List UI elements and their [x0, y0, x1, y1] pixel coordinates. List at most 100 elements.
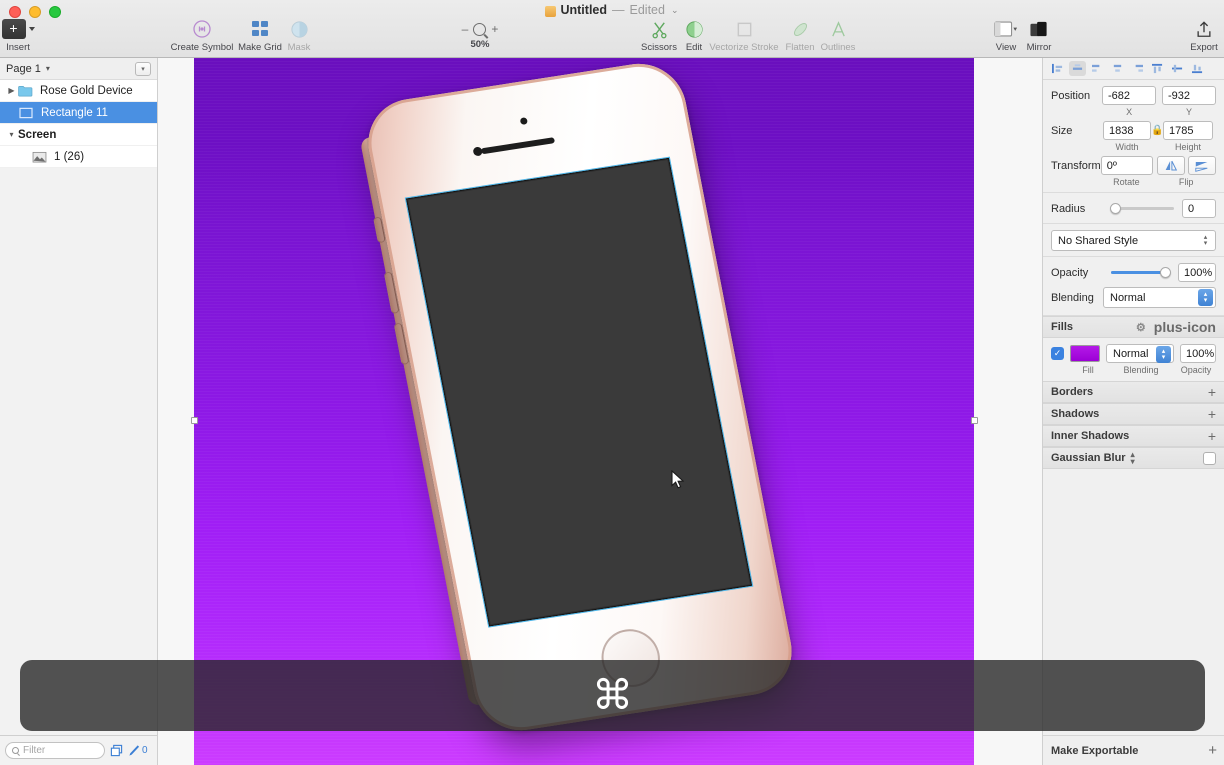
align-middle-icon[interactable]	[1169, 61, 1186, 76]
rotate-sublabel: Rotate	[1113, 177, 1140, 187]
add-fill-button[interactable]: plus-icon	[1154, 319, 1216, 335]
fill-opacity-input[interactable]: 100%	[1180, 344, 1216, 363]
lock-icon[interactable]: 🔒	[1151, 125, 1163, 136]
inner-shadows-section-header[interactable]: Inner Shadows +	[1043, 425, 1224, 447]
page-options-button[interactable]: ▾	[135, 61, 151, 76]
borders-section-header[interactable]: Borders +	[1043, 381, 1224, 403]
distribute-right-icon[interactable]	[1129, 61, 1146, 76]
fill-enabled-checkbox[interactable]: ✓	[1051, 347, 1064, 360]
blur-type-chevron-icon[interactable]: ▴ ▾	[1131, 451, 1135, 466]
layer-list-panel: Page 1 ▾ ▾ ▶ Rose Gold Device Rectangle …	[0, 58, 158, 735]
page-chevron-down-icon: ▾	[45, 64, 50, 73]
fill-blending-value: Normal	[1113, 347, 1149, 360]
page-name: Page 1	[6, 62, 41, 75]
document-edited-state: Edited	[629, 3, 665, 17]
gaussian-blur-section-header[interactable]: Gaussian Blur ▴ ▾	[1043, 447, 1224, 469]
rotate-input[interactable]: 0º	[1100, 156, 1153, 175]
zoom-magnifier-icon	[473, 22, 487, 36]
make-exportable-section[interactable]: Make Exportable +	[1043, 735, 1224, 765]
radius-slider-knob[interactable]	[1110, 203, 1121, 214]
layer-row-rose-gold-device[interactable]: ▶ Rose Gold Device	[0, 80, 157, 102]
document-name: Untitled	[560, 3, 608, 17]
canvas[interactable]	[158, 58, 1042, 765]
toolbar-item-export[interactable]: Export	[1172, 18, 1224, 53]
align-bottom-icon[interactable]	[1189, 61, 1206, 76]
disclosure-triangle-icon[interactable]: ▾	[6, 130, 17, 139]
duplicate-icon[interactable]	[110, 744, 123, 757]
command-key-icon: ⌘	[592, 672, 633, 718]
add-shadow-button[interactable]: +	[1208, 406, 1216, 422]
align-top-icon[interactable]	[1149, 61, 1166, 76]
layer-row-rectangle-11[interactable]: Rectangle 11	[0, 102, 157, 124]
blur-enabled-checkbox[interactable]	[1203, 451, 1216, 465]
align-center-horizontal-icon[interactable]	[1069, 61, 1086, 76]
document-title: Untitled — Edited ⌄	[0, 2, 1224, 18]
radius-input[interactable]: 0	[1182, 199, 1216, 218]
sketch-app-window: Untitled — Edited ⌄ + Insert Create Symb…	[0, 0, 1224, 765]
size-width-input[interactable]: 1838	[1103, 121, 1151, 140]
align-left-icon[interactable]	[1049, 61, 1066, 76]
pen-icon[interactable]: 0	[128, 744, 148, 757]
toolbar-label-mirror: Mirror	[1026, 42, 1052, 53]
gear-icon[interactable]: ⚙	[1136, 321, 1146, 334]
canvas-scanline-overlay	[194, 58, 974, 765]
radius-slider[interactable]	[1110, 203, 1174, 214]
add-inner-shadow-button[interactable]: +	[1208, 428, 1216, 444]
shared-style-select[interactable]: No Shared Style ▴ ▾	[1051, 230, 1216, 251]
page-selector[interactable]: Page 1 ▾ ▾	[0, 58, 157, 80]
add-border-button[interactable]: +	[1208, 384, 1216, 400]
flip-horizontal-icon[interactable]	[1156, 156, 1185, 175]
artboard-name: Screen	[18, 128, 57, 141]
toolbar-item-vectorize-stroke[interactable]: Vectorize Stroke	[709, 18, 779, 53]
disclosure-triangle-icon[interactable]: ▶	[6, 86, 17, 95]
document-icon	[545, 5, 557, 17]
outlines-icon	[829, 18, 848, 40]
zoom-control[interactable]: – + 50%	[450, 22, 510, 50]
fill-sublabel: Fill	[1082, 365, 1094, 375]
toolbar-item-insert[interactable]: + Insert	[0, 18, 50, 53]
selection-handle-left[interactable]	[191, 417, 198, 424]
opacity-input[interactable]: 100%	[1178, 263, 1216, 282]
blending-stepper-icon[interactable]: ▴ ▾	[1198, 289, 1213, 306]
shadows-section-header[interactable]: Shadows +	[1043, 403, 1224, 425]
shadows-title: Shadows	[1051, 408, 1100, 420]
toolbar-item-mask[interactable]: Mask	[267, 18, 331, 53]
opacity-slider-knob[interactable]	[1160, 267, 1171, 278]
plus-square-icon: +	[1, 18, 35, 40]
flip-vertical-icon[interactable]	[1187, 156, 1217, 175]
size-height-input[interactable]: 1785	[1163, 121, 1213, 140]
add-export-button[interactable]: +	[1208, 742, 1217, 759]
layer-row-screen[interactable]: ▾ Screen	[0, 124, 157, 146]
toolbar-item-create-symbol[interactable]: Create Symbol	[170, 18, 234, 53]
radius-label: Radius	[1051, 202, 1086, 215]
filter-input[interactable]: Filter	[5, 742, 105, 759]
zoom-in-button[interactable]: +	[491, 22, 498, 36]
toolbar-item-mirror[interactable]: Mirror	[1007, 18, 1071, 53]
fill-blending-select[interactable]: Normal ▴ ▾	[1106, 344, 1174, 363]
toolbar-item-outlines[interactable]: Outlines	[806, 18, 870, 53]
selection-handle-right[interactable]	[971, 417, 978, 424]
size-height-sublabel: Height	[1174, 142, 1201, 152]
distribute-center-icon[interactable]	[1109, 61, 1126, 76]
position-x-input[interactable]: -682	[1101, 86, 1157, 105]
blending-select[interactable]: Normal ▴ ▾	[1103, 287, 1216, 308]
titlebar: Untitled — Edited ⌄ + Insert Create Symb…	[0, 0, 1224, 58]
chevron-updown-icon[interactable]: ▴ ▾	[1198, 232, 1213, 249]
gaussian-blur-title: Gaussian Blur	[1051, 452, 1126, 464]
flip-sublabel: Flip	[1178, 177, 1194, 187]
document-menu-chevron-icon[interactable]: ⌄	[671, 5, 679, 16]
distribute-left-icon[interactable]	[1089, 61, 1106, 76]
fills-section-header: Fills ⚙ plus-icon	[1043, 316, 1224, 338]
layer-name: Rectangle 11	[41, 106, 108, 119]
opacity-slider[interactable]	[1111, 267, 1171, 278]
artboard-screen[interactable]	[194, 58, 974, 765]
layer-row-image-1-26[interactable]: 1 (26)	[0, 146, 157, 168]
toolbar-label-insert: Insert	[6, 42, 30, 53]
fill-blending-stepper-icon[interactable]: ▴ ▾	[1156, 346, 1171, 363]
inspector-panel: Position -682 -932 X Y Size 1838 🔒 1785 …	[1042, 58, 1224, 765]
opacity-label: Opacity	[1051, 266, 1089, 279]
zoom-out-button[interactable]: –	[462, 22, 469, 36]
folder-icon	[18, 84, 34, 98]
fill-color-swatch[interactable]	[1070, 345, 1100, 362]
position-y-input[interactable]: -932	[1161, 86, 1216, 105]
